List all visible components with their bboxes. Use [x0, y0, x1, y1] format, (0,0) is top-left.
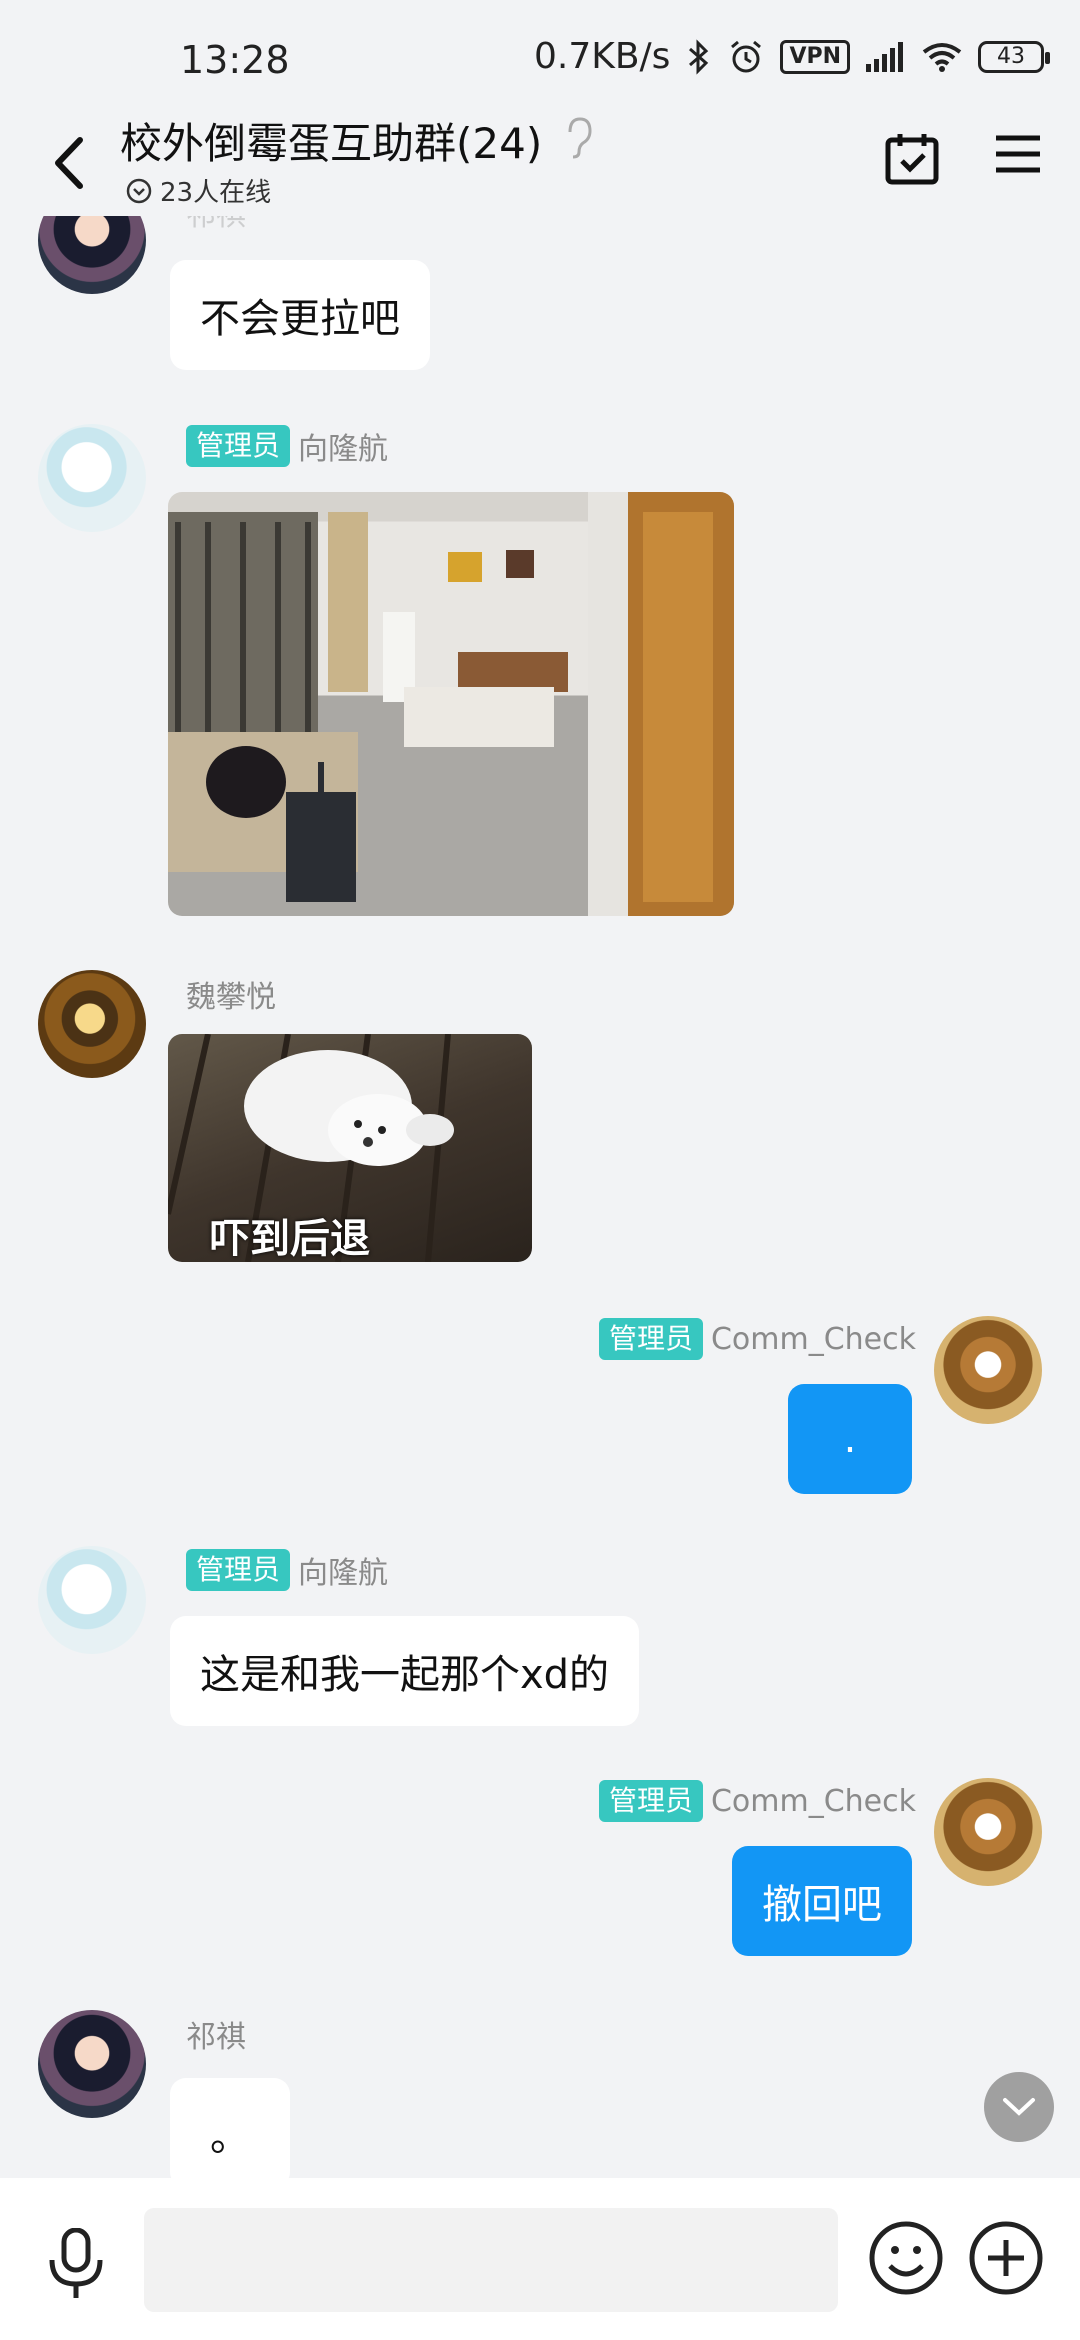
message-list[interactable]: 祁祺 不会更拉吧 管理员 向隆航 魏攀悦 [0, 216, 1080, 2178]
sender-name: Comm_Check [710, 1783, 916, 1819]
chevron-down-icon [1003, 2098, 1035, 2116]
cat-avatar[interactable] [934, 1316, 1042, 1424]
calendar-check-icon[interactable] [884, 130, 940, 186]
sticker-caption: 吓到后退 [210, 1216, 370, 1262]
sender-name: 向隆航 [298, 432, 389, 467]
vpn-badge: VPN [780, 39, 850, 74]
sender-name: Comm_Check [710, 1321, 916, 1357]
back-icon[interactable] [40, 128, 100, 198]
anime-girl-avatar[interactable] [38, 2010, 146, 2118]
status-bar: 13:28 0.7KB/s VPN 43 [0, 0, 1080, 110]
bluetooth-icon [689, 38, 709, 75]
emoji-icon[interactable] [868, 2220, 944, 2296]
wifi-icon [922, 42, 962, 72]
chevron-down-circle-icon [126, 178, 152, 203]
sender-name-line: 管理员 Comm_Check [598, 1318, 916, 1360]
scroll-to-bottom-button[interactable] [984, 2072, 1054, 2142]
anime-girl-avatar[interactable] [38, 216, 146, 294]
white-hair-anime-avatar[interactable] [38, 424, 146, 532]
sender-name: 祁祺 [186, 2020, 246, 2055]
sender-name-line: 魏攀悦 [186, 972, 276, 1016]
admin-badge: 管理员 [186, 425, 291, 467]
message-bubble[interactable]: 这是和我一起那个xd的 [170, 1616, 640, 1726]
status-icons: 0.7KB/s VPN 43 [533, 36, 1050, 77]
sticker-image[interactable]: 吓到后退 [168, 1034, 532, 1262]
network-speed: 0.7KB/s [533, 36, 671, 77]
microphone-icon[interactable] [42, 2228, 110, 2300]
online-count: 23人在线 [160, 178, 272, 208]
room-photo-illustration [168, 492, 734, 916]
admin-badge: 管理员 [598, 1318, 703, 1360]
sender-name: 向隆航 [298, 1556, 389, 1591]
dog-avatar[interactable] [38, 970, 146, 1078]
sender-name-line: 祁祺 [186, 2012, 246, 2056]
alarm-icon [731, 40, 762, 72]
ear-icon [568, 117, 592, 159]
menu-icon[interactable] [994, 132, 1042, 176]
sender-name-line: 管理员 Comm_Check [598, 1780, 916, 1822]
message-input[interactable] [144, 2208, 838, 2312]
sender-name: 魏攀悦 [186, 980, 276, 1015]
plus-icon[interactable] [968, 2220, 1044, 2296]
sender-name-line: 管理员 向隆航 [186, 424, 388, 468]
battery-indicator: 43 [978, 40, 1050, 73]
message-bubble[interactable]: 不会更拉吧 [170, 260, 430, 370]
signal-icon [866, 41, 903, 72]
room-photo[interactable] [168, 492, 734, 916]
admin-badge: 管理员 [598, 1780, 703, 1822]
sender-name-line: 管理员 向隆航 [186, 1548, 388, 1592]
group-title[interactable]: 校外倒霉蛋互助群(24) [120, 110, 542, 171]
white-hair-anime-avatar[interactable] [38, 1546, 146, 1654]
sender-name: 祁祺 [186, 216, 246, 234]
input-bar [0, 2178, 1080, 2340]
message-bubble[interactable]: 。 [170, 2078, 290, 2178]
cat-avatar[interactable] [934, 1778, 1042, 1886]
message-bubble-self[interactable]: . [788, 1384, 912, 1494]
message-bubble-self[interactable]: 撤回吧 [732, 1846, 912, 1956]
online-status: 23人在线 [126, 172, 271, 209]
status-time: 13:28 [180, 38, 290, 82]
admin-badge: 管理员 [186, 1549, 291, 1591]
chat-header: 校外倒霉蛋互助群(24) 23人在线 [0, 110, 1080, 216]
